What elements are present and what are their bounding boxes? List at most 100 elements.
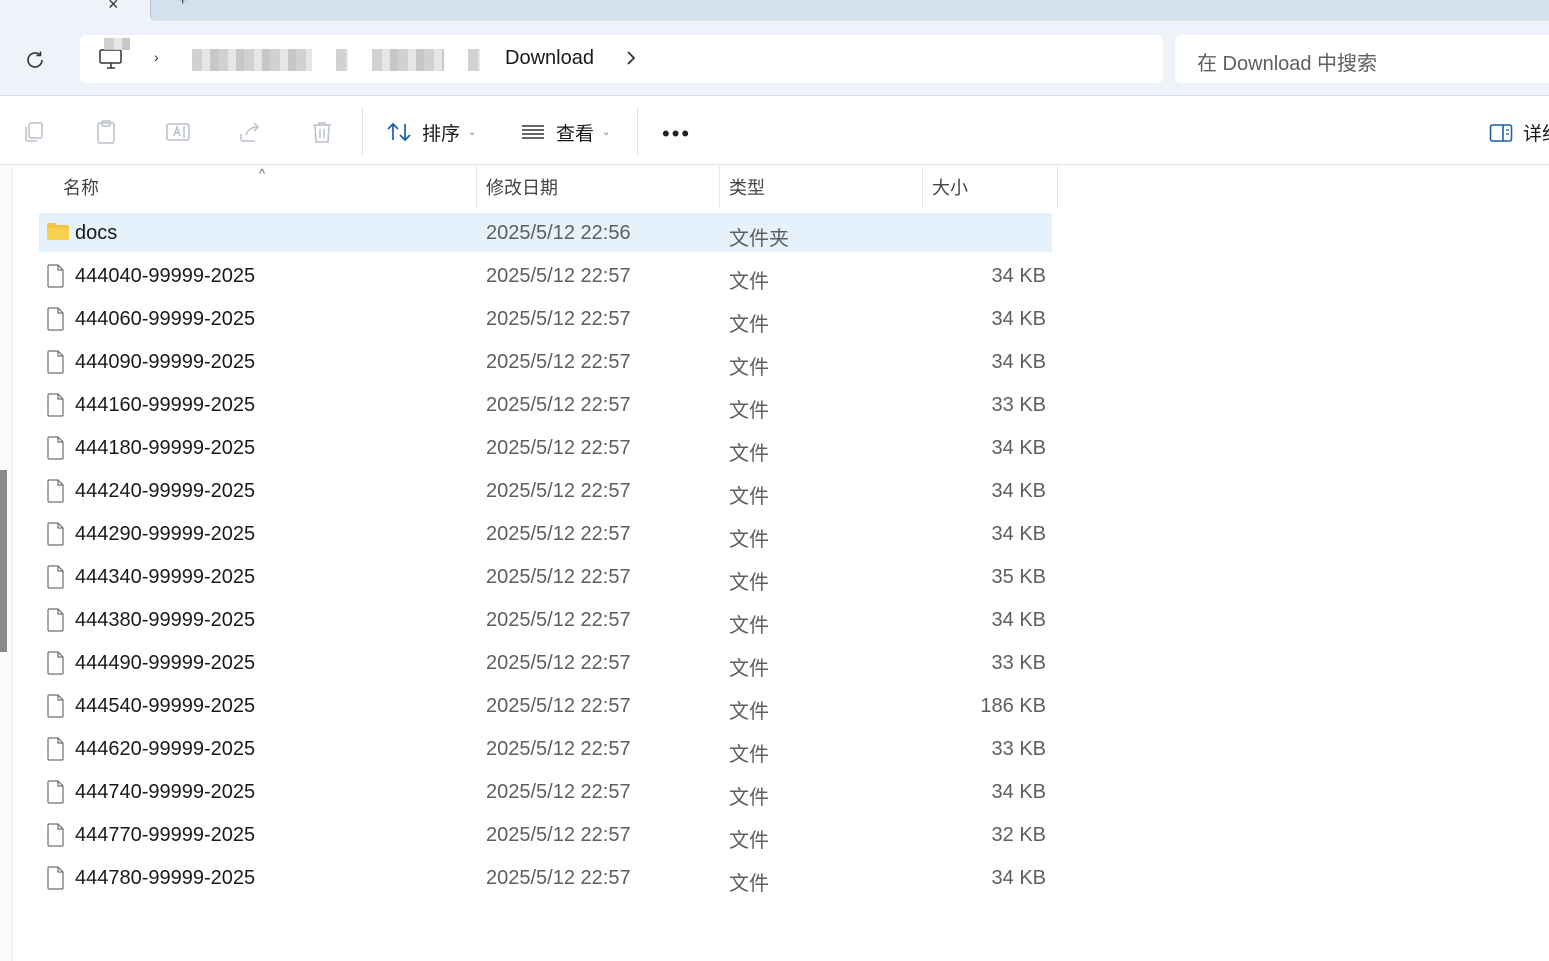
copy-button[interactable] — [21, 119, 47, 145]
file-name: 444060-99999-2025 — [75, 308, 256, 330]
file-modified-date: 2025/5/12 22:57 — [486, 523, 631, 545]
sort-button[interactable]: 排序 ⌄ — [386, 117, 476, 147]
search-input[interactable]: 在 Download 中搜索 — [1197, 47, 1377, 76]
file-name: 444180-99999-2025 — [75, 437, 256, 459]
file-row[interactable]: 444160-99999-2025 2025/5/12 22:57 文件 33 KB — [39, 385, 1052, 428]
file-row[interactable]: 444240-99999-2025 2025/5/12 22:57 文件 34 KB — [39, 471, 1052, 514]
file-type: 文件 — [729, 314, 769, 336]
file-row[interactable]: 444290-99999-2025 2025/5/12 22:57 文件 34 KB — [39, 514, 1052, 557]
file-type: 文件 — [729, 830, 769, 852]
file-icon — [46, 264, 66, 294]
file-modified-date: 2025/5/12 22:57 — [486, 824, 631, 846]
file-name: 444290-99999-2025 — [75, 523, 256, 545]
file-row[interactable]: 444040-99999-2025 2025/5/12 22:57 文件 34 KB — [39, 256, 1052, 299]
command-bar: 排序 ⌄ 查看 ⌄ ••• 详细 — [0, 97, 1549, 165]
file-icon — [46, 823, 66, 853]
copy-icon — [25, 122, 43, 142]
this-pc-icon[interactable] — [98, 47, 124, 76]
file-type: 文件 — [729, 400, 769, 422]
list-header: ^ 名称 修改日期 类型 大小 — [14, 166, 1058, 208]
paste-button[interactable] — [93, 119, 119, 145]
file-type: 文件 — [729, 701, 769, 723]
file-size: 34 KB — [991, 609, 1046, 631]
file-row[interactable]: 444540-99999-2025 2025/5/12 22:57 文件 186 KB — [39, 686, 1052, 729]
file-row[interactable]: 444380-99999-2025 2025/5/12 22:57 文件 34 KB — [39, 600, 1052, 643]
file-modified-date: 2025/5/12 22:57 — [486, 437, 631, 459]
more-options-button[interactable]: ••• — [662, 121, 691, 147]
file-modified-date: 2025/5/12 22:57 — [486, 781, 631, 803]
redacted-crumb — [336, 49, 348, 71]
folder-row[interactable]: docs 2025/5/12 22:56 文件夹 — [39, 213, 1052, 252]
search-box[interactable]: 在 Download 中搜索 — [1175, 35, 1549, 83]
file-icon — [46, 479, 66, 509]
view-button[interactable]: 查看 ⌄ — [520, 117, 610, 147]
details-pane-button[interactable]: 详细 — [1489, 119, 1549, 146]
breadcrumb-separator-icon: › — [154, 49, 159, 65]
file-row[interactable]: 444490-99999-2025 2025/5/12 22:57 文件 33 KB — [39, 643, 1052, 686]
file-size: 34 KB — [991, 781, 1046, 803]
file-modified-date: 2025/5/12 22:57 — [486, 867, 631, 889]
file-size: 33 KB — [991, 652, 1046, 674]
address-bar[interactable]: › Download — [80, 35, 1163, 83]
tab-close-icon[interactable]: × — [108, 0, 119, 15]
breadcrumb-current-folder[interactable]: Download — [505, 47, 594, 70]
delete-button[interactable] — [309, 119, 335, 145]
file-type: 文件 — [729, 529, 769, 551]
file-row[interactable]: 444060-99999-2025 2025/5/12 22:57 文件 34 KB — [39, 299, 1052, 342]
file-icon — [46, 350, 66, 380]
file-type: 文件 — [729, 744, 769, 766]
file-modified-date: 2025/5/12 22:57 — [486, 394, 631, 416]
file-modified-date: 2025/5/12 22:57 — [486, 695, 631, 717]
file-name: 444740-99999-2025 — [75, 781, 256, 803]
file-name: 444090-99999-2025 — [75, 351, 256, 373]
file-modified-date: 2025/5/12 22:57 — [486, 308, 631, 330]
view-list-icon — [522, 125, 544, 139]
file-row[interactable]: 444090-99999-2025 2025/5/12 22:57 文件 34 KB — [39, 342, 1052, 385]
file-row[interactable]: 444340-99999-2025 2025/5/12 22:57 文件 35 KB — [39, 557, 1052, 600]
active-tab[interactable] — [150, 0, 1549, 21]
file-type: 文件 — [729, 787, 769, 809]
file-modified-date: 2025/5/12 22:56 — [486, 222, 631, 244]
file-size: 34 KB — [991, 523, 1046, 545]
file-icon — [46, 866, 66, 896]
view-label: 查看 — [556, 123, 595, 145]
navigation-scrollbar-thumb[interactable] — [0, 470, 7, 652]
paste-icon — [97, 120, 115, 144]
file-type: 文件 — [729, 873, 769, 895]
file-size: 35 KB — [991, 566, 1046, 588]
file-size: 34 KB — [991, 351, 1046, 373]
file-row[interactable]: 444620-99999-2025 2025/5/12 22:57 文件 33 KB — [39, 729, 1052, 772]
file-type: 文件 — [729, 572, 769, 594]
column-header-type[interactable]: 类型 — [720, 166, 923, 208]
file-name: 444240-99999-2025 — [75, 480, 256, 502]
breadcrumb-chevron-icon[interactable] — [625, 49, 637, 72]
file-size: 34 KB — [991, 437, 1046, 459]
new-tab-icon[interactable]: + — [178, 0, 187, 10]
file-icon — [46, 780, 66, 810]
share-button[interactable] — [237, 119, 263, 145]
file-type: 文件 — [729, 271, 769, 293]
file-row[interactable]: 444180-99999-2025 2025/5/12 22:57 文件 34 KB — [39, 428, 1052, 471]
rename-button[interactable] — [165, 119, 191, 145]
column-header-size[interactable]: 大小 — [923, 166, 1058, 208]
file-icon — [46, 737, 66, 767]
share-icon — [240, 122, 260, 142]
file-size: 34 KB — [991, 867, 1046, 889]
file-icon — [46, 694, 66, 724]
file-name: 444770-99999-2025 — [75, 824, 256, 846]
column-header-date[interactable]: 修改日期 — [477, 166, 720, 208]
redacted-crumb — [192, 49, 312, 71]
file-icon — [46, 436, 66, 466]
refresh-button[interactable] — [18, 46, 52, 74]
details-label: 详细 — [1523, 124, 1549, 145]
file-row[interactable]: 444780-99999-2025 2025/5/12 22:57 文件 34 KB — [39, 858, 1052, 901]
file-modified-date: 2025/5/12 22:57 — [486, 566, 631, 588]
sort-icon — [387, 122, 411, 142]
file-size: 34 KB — [991, 308, 1046, 330]
file-row[interactable]: 444770-99999-2025 2025/5/12 22:57 文件 32 KB — [39, 815, 1052, 858]
column-header-name[interactable]: 名称 — [54, 166, 477, 208]
trash-icon — [313, 122, 331, 143]
file-size: 33 KB — [991, 394, 1046, 416]
file-row[interactable]: 444740-99999-2025 2025/5/12 22:57 文件 34 KB — [39, 772, 1052, 815]
file-size: 34 KB — [991, 265, 1046, 287]
